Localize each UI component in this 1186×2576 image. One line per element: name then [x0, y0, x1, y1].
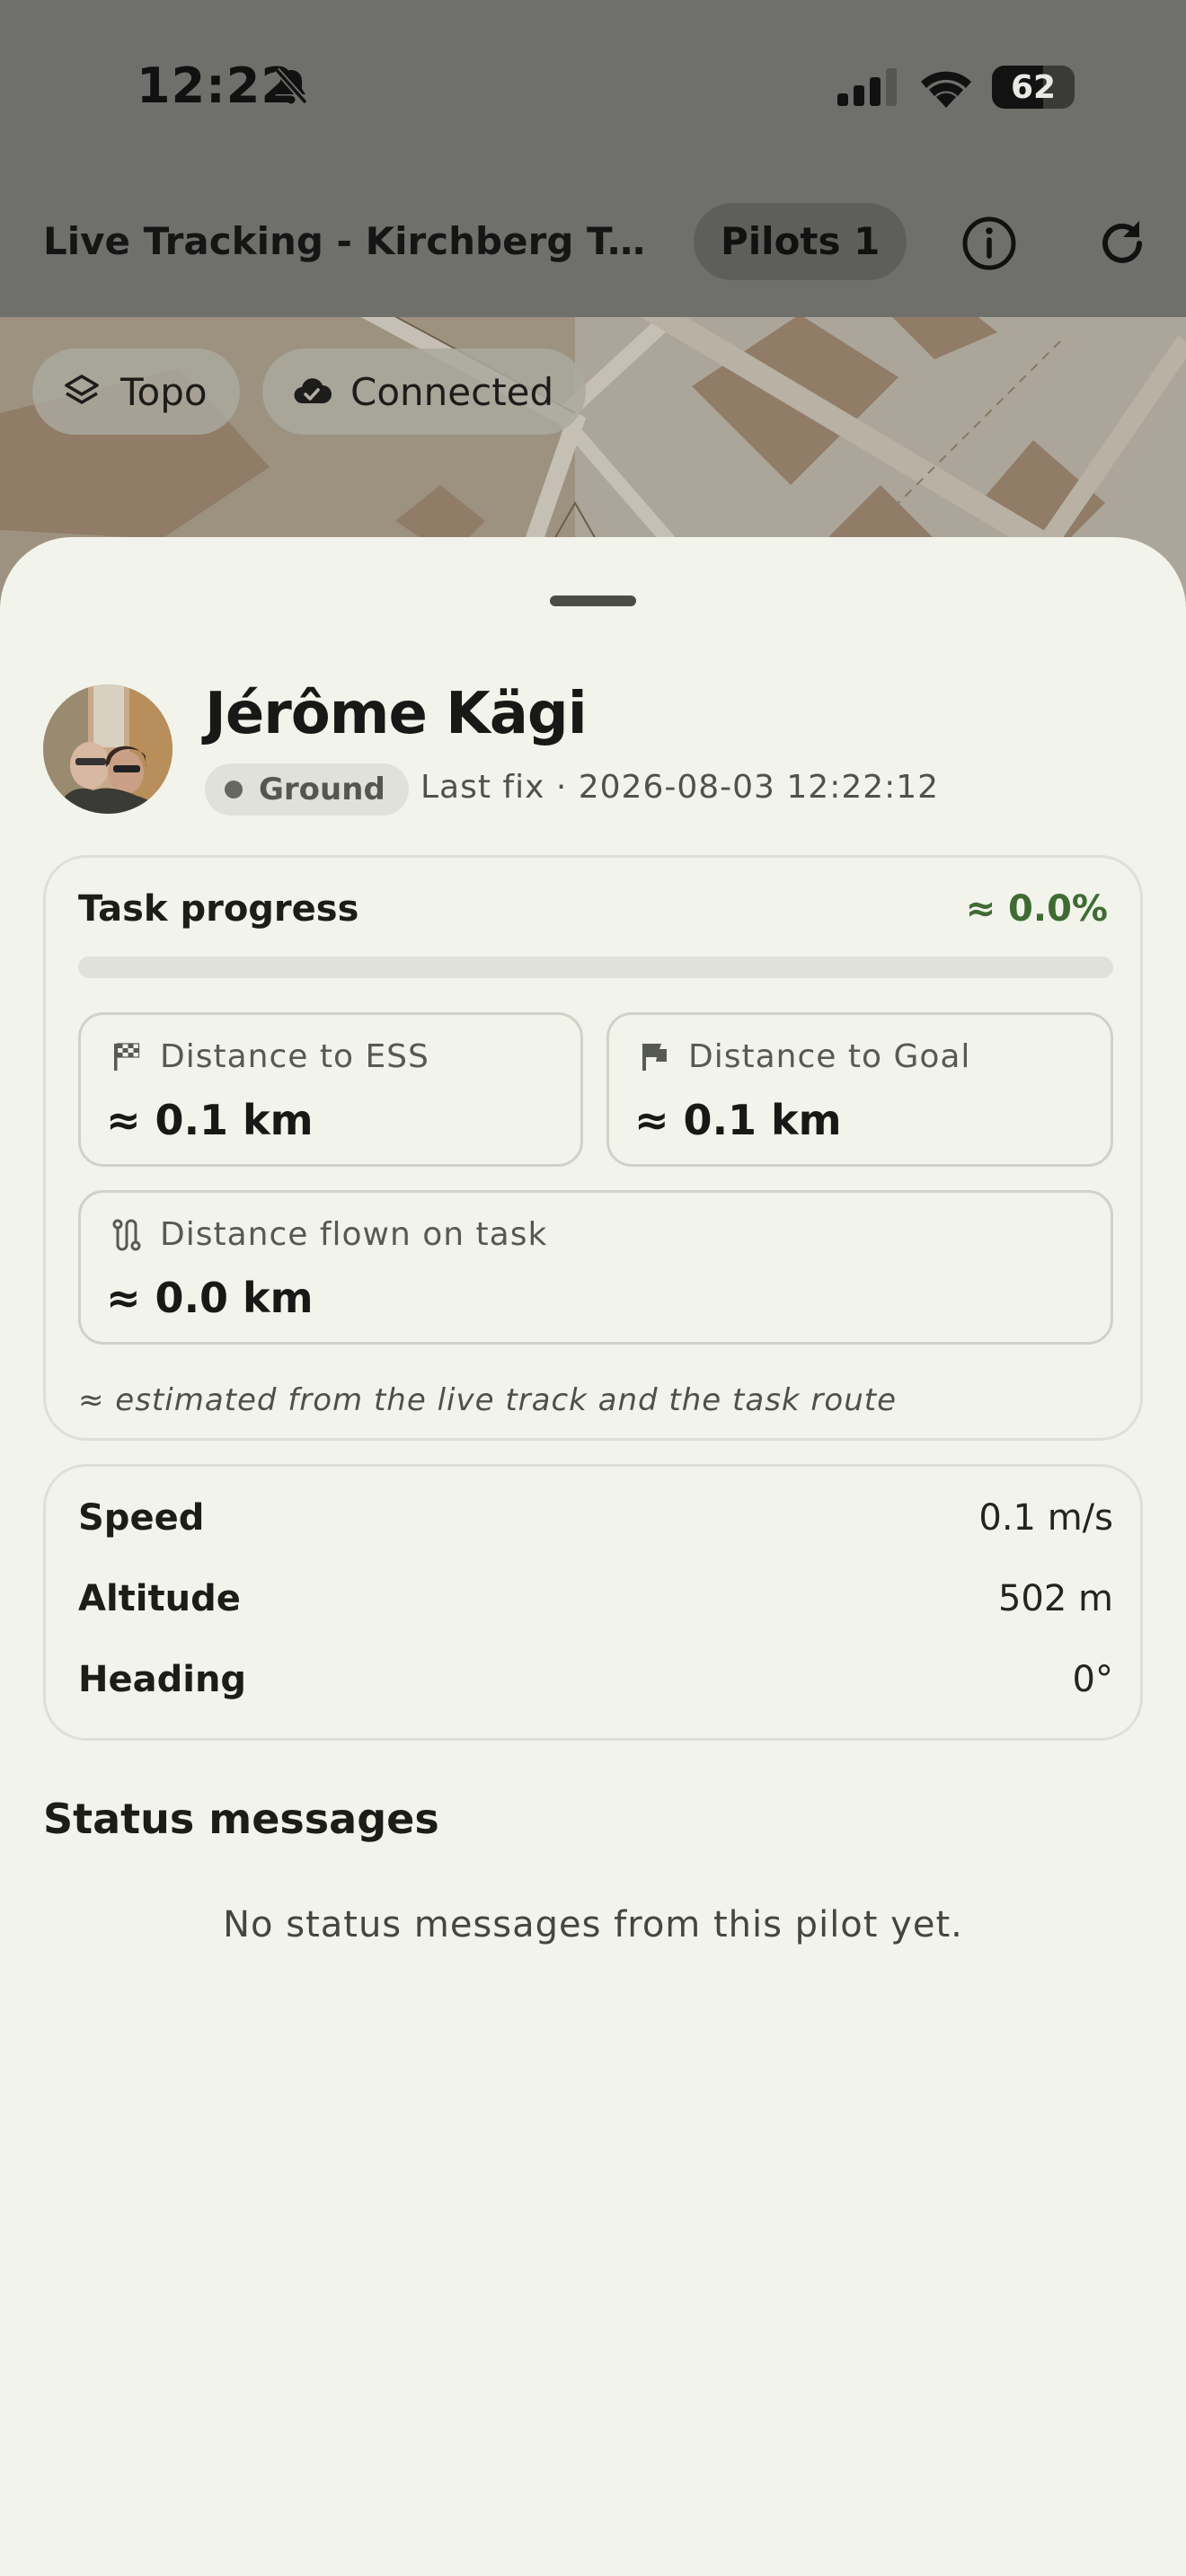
pilots-button[interactable]: Pilots 1 — [694, 203, 907, 280]
route-icon — [112, 1219, 141, 1251]
map-layer-chip[interactable]: Topo — [32, 348, 240, 435]
signal-icon — [837, 68, 897, 106]
heading-value: 0° — [1072, 1659, 1113, 1700]
status-badge-label: Ground — [259, 772, 385, 807]
task-progress-title: Task progress — [78, 888, 359, 930]
distance-flown-value: ≈ 0.0 km — [106, 1274, 314, 1322]
speed-label: Speed — [78, 1497, 205, 1539]
page-title: Live Tracking - Kirchberg Test ... — [43, 219, 663, 263]
altitude-label: Altitude — [78, 1578, 241, 1619]
last-fix-text: Last fix · 2026-08-03 12:22:12 — [420, 769, 940, 806]
altitude-value: 502 m — [997, 1578, 1113, 1619]
app-header: Live Tracking - Kirchberg Test ... Pilot… — [0, 171, 1186, 317]
info-icon[interactable] — [960, 214, 1019, 273]
distance-to-goal-label: Distance to Goal — [688, 1038, 971, 1075]
distance-to-goal-value: ≈ 0.1 km — [634, 1096, 842, 1144]
cloud-check-icon — [294, 378, 332, 404]
heading-label: Heading — [78, 1659, 247, 1700]
estimate-note: ≈ estimated from the live track and the … — [78, 1382, 897, 1418]
telemetry-card: Speed 0.1 m/s Altitude 502 m Heading 0° — [43, 1464, 1143, 1741]
distance-to-goal-box: Distance to Goal ≈ 0.1 km — [606, 1012, 1113, 1167]
distance-flown-label: Distance flown on task — [160, 1216, 548, 1253]
refresh-icon[interactable] — [1093, 214, 1152, 273]
status-badge: Ground — [205, 763, 409, 816]
distance-to-ess-label: Distance to ESS — [160, 1038, 429, 1075]
checkered-flag-icon — [114, 1043, 140, 1071]
speed-value: 0.1 m/s — [978, 1497, 1113, 1539]
connection-status-label: Connected — [350, 369, 554, 414]
distance-to-ess-box: Distance to ESS ≈ 0.1 km — [78, 1012, 583, 1167]
pilot-name: Jérôme Kägi — [205, 681, 588, 747]
connection-status-chip[interactable]: Connected — [262, 348, 587, 435]
pilot-avatar — [43, 684, 173, 814]
distance-flown-box: Distance flown on task ≈ 0.0 km — [78, 1190, 1113, 1345]
status-messages-heading: Status messages — [43, 1795, 439, 1843]
battery-percent: 62 — [1010, 69, 1057, 106]
wifi-icon — [921, 71, 971, 108]
task-progress-bar — [78, 957, 1113, 978]
status-messages-empty: No status messages from this pilot yet. — [223, 1904, 963, 1945]
distance-to-ess-value: ≈ 0.1 km — [106, 1096, 314, 1144]
flag-icon — [642, 1044, 667, 1071]
map-layer-label: Topo — [120, 369, 208, 414]
screen: 12:22 62 Live Tracking - Kirchberg Test … — [0, 0, 1186, 2576]
layers-icon — [65, 375, 99, 404]
sheet-drag-handle[interactable] — [550, 595, 636, 606]
status-bar: 12:22 62 — [0, 0, 1186, 171]
bell-slash-icon — [274, 67, 308, 105]
task-progress-card: Task progress ≈ 0.0% Distance to ESS ≈ 0… — [43, 855, 1143, 1441]
pilot-detail-sheet: Jérôme Kägi Ground Last fix · 2026-08-03… — [0, 537, 1186, 2576]
task-progress-percent: ≈ 0.0% — [965, 888, 1108, 930]
status-dot — [225, 781, 243, 798]
battery-icon: 62 — [992, 66, 1075, 109]
